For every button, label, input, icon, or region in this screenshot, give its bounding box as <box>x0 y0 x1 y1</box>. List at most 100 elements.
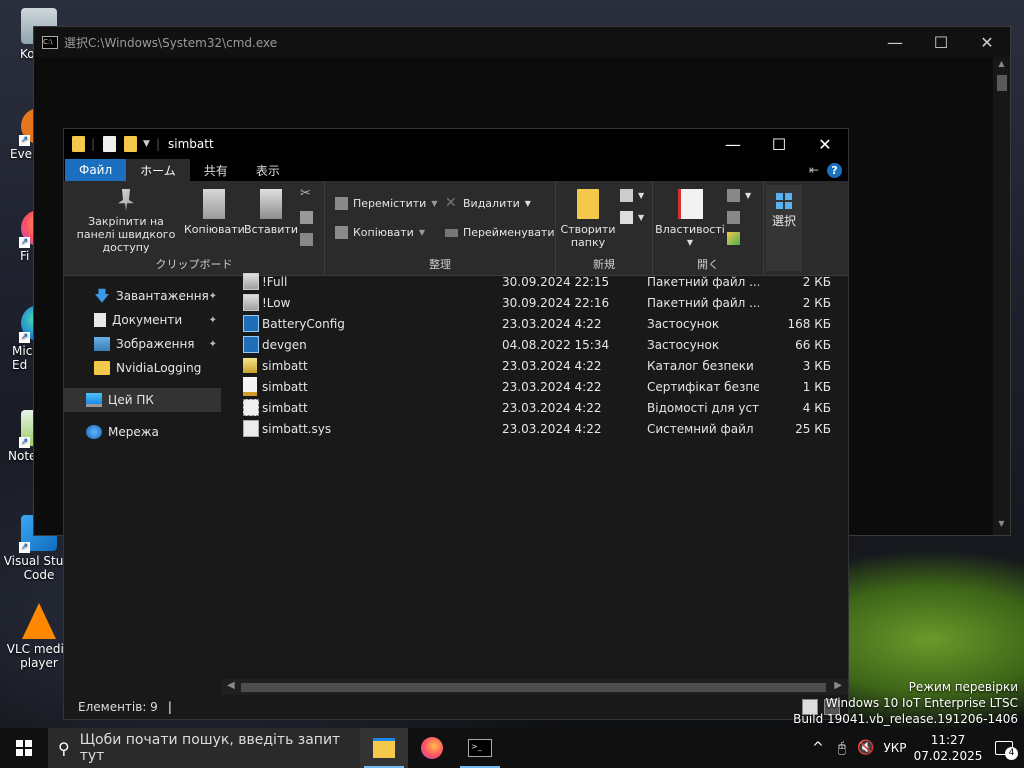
history-icon <box>727 232 740 245</box>
tab-home[interactable]: ホーム <box>126 159 190 181</box>
chevron-down-icon[interactable]: ▼ <box>143 139 150 149</box>
cut-button[interactable]: ✂ <box>300 187 313 200</box>
tab-share[interactable]: 共有 <box>190 159 242 181</box>
pin-to-quick-access-button[interactable]: Закріпити на панелі швидкого доступу <box>68 189 184 254</box>
explorer-window[interactable]: | ▼ | simbatt — ☐ ✕ Файл ホーム 共有 表示 ⇤ ? З… <box>63 128 849 720</box>
open-button[interactable]: ▼ <box>727 189 751 202</box>
system-tray: ^ 🖰 🔇 УКР 11:27 07.02.2025 4 <box>806 728 1024 768</box>
new-folder-button[interactable]: Створити папку <box>558 189 618 249</box>
rename-icon <box>445 228 458 237</box>
new-folder-label: Створити папку <box>560 223 616 249</box>
file-row[interactable]: !Full 30.09.2024 22:15 Пакетний файл ... 2 … <box>221 271 848 292</box>
file-row[interactable]: simbatt 23.03.2024 4:22 Каталог безпеки 3 К… <box>221 355 848 376</box>
file-row[interactable]: BatteryConfig 23.03.2024 4:22 Застосунок 16… <box>221 313 848 334</box>
scroll-down-icon[interactable]: ▼ <box>993 519 1010 533</box>
scroll-thumb[interactable] <box>241 683 826 692</box>
taskbar-search-box[interactable]: ⚲ Щоби почати пошук, введіть запит тут <box>48 728 360 768</box>
nav-label: NvidiaLogging <box>116 361 202 375</box>
navigation-pane: 🡇 Завантаження ✦ Документи ✦ Зображення … <box>64 276 221 695</box>
new-item-button[interactable]: ▼ <box>620 189 644 202</box>
properties-label: Властивості <box>655 223 725 236</box>
paste-shortcut-icon <box>300 233 313 246</box>
nav-item-documents[interactable]: Документи ✦ <box>64 308 221 332</box>
taskbar-cmd[interactable]: >_ <box>456 728 504 768</box>
scroll-up-icon[interactable]: ▲ <box>993 59 1010 73</box>
history-button[interactable] <box>727 232 740 245</box>
action-center-button[interactable]: 4 <box>984 728 1024 768</box>
input-language[interactable]: УКР <box>878 741 912 755</box>
nav-item-this-pc[interactable]: Цей ПК <box>64 388 221 412</box>
nav-item-nvidialogging[interactable]: NvidiaLogging <box>64 356 221 380</box>
network-icon[interactable]: 🖰 <box>830 740 854 756</box>
file-type: Пакетний файл ... <box>647 274 759 289</box>
scroll-thumb[interactable] <box>997 75 1007 91</box>
application-icon <box>243 315 259 332</box>
batch-file-icon <box>243 294 259 311</box>
properties-quick-icon[interactable] <box>103 136 117 152</box>
file-row[interactable]: devgen 04.08.2022 15:34 Застосунок 66 КБ <box>221 334 848 355</box>
file-size: 25 КБ <box>795 421 831 436</box>
nav-label: Зображення <box>116 337 195 351</box>
tab-file[interactable]: Файл <box>65 159 127 181</box>
window-title: simbatt <box>168 137 214 151</box>
nav-item-pictures[interactable]: Зображення ✦ <box>64 332 221 356</box>
file-name: !Full <box>262 274 288 289</box>
paste-label: Вставити <box>244 223 298 236</box>
edit-button[interactable] <box>727 211 740 224</box>
file-row[interactable]: simbatt 23.03.2024 4:22 Відомості для уст.… <box>221 397 848 418</box>
easy-access-button[interactable]: ▼ <box>620 211 644 224</box>
start-button[interactable] <box>0 728 48 768</box>
cmd-titlebar[interactable]: C:\ 選択C:\Windows\System32\cmd.exe — ☐ ✕ <box>34 27 1010 57</box>
scissors-icon: ✂ <box>300 186 311 201</box>
explorer-titlebar[interactable]: | ▼ | simbatt — ☐ ✕ <box>64 129 848 159</box>
delete-button[interactable]: ✕ Видалити ▼ <box>445 196 531 210</box>
maximize-button[interactable]: ☐ <box>918 27 964 57</box>
minimize-button[interactable]: — <box>710 129 756 159</box>
paste-button[interactable]: Вставити <box>244 189 298 236</box>
taskbar-file-explorer[interactable] <box>360 728 408 768</box>
search-placeholder: Щоби почати пошук, введіть запит тут <box>79 732 341 764</box>
watermark-line2: Windows 10 IoT Enterprise LTSC <box>825 696 1018 710</box>
item-count: Елементів: 9 <box>78 700 158 714</box>
clock[interactable]: 11:27 07.02.2025 <box>912 732 984 764</box>
file-row[interactable]: !Low 30.09.2024 22:16 Пакетний файл ... 2 К… <box>221 292 848 313</box>
minimize-button[interactable]: — <box>872 27 918 57</box>
scroll-left-icon[interactable]: ◀ <box>227 680 235 691</box>
file-type: Застосунок <box>647 337 720 352</box>
show-hidden-icons-chevron-icon[interactable]: ^ <box>806 740 830 756</box>
horizontal-scrollbar[interactable]: ◀ ▶ <box>221 679 848 695</box>
paste-shortcut-button[interactable] <box>300 233 313 246</box>
volume-muted-icon[interactable]: 🔇 <box>854 740 878 756</box>
copy-path-button[interactable] <box>300 211 313 224</box>
maximize-button[interactable]: ☐ <box>756 129 802 159</box>
file-type: Системний файл <box>647 421 754 436</box>
file-explorer-icon <box>373 738 395 758</box>
close-button[interactable]: ✕ <box>802 129 848 159</box>
ribbon: Закріпити на панелі швидкого доступу Коп… <box>64 181 848 276</box>
copy-to-button[interactable]: Копіювати ▼ <box>335 226 425 239</box>
taskbar-firefox[interactable] <box>408 728 456 768</box>
nav-label: Документи <box>112 313 183 327</box>
copy-path-icon <box>300 211 313 224</box>
firefox-icon <box>421 737 443 759</box>
easy-access-icon <box>620 211 633 224</box>
move-to-button[interactable]: Перемістити ▼ <box>335 197 437 210</box>
help-icon[interactable]: ? <box>827 162 842 178</box>
pin-ribbon-icon[interactable]: ⇤ <box>809 163 819 177</box>
select-button[interactable]: 選択 <box>766 185 802 271</box>
nav-item-downloads[interactable]: 🡇 Завантаження ✦ <box>64 284 221 308</box>
tab-view[interactable]: 表示 <box>242 159 294 181</box>
rename-button[interactable]: Перейменувати <box>445 226 555 239</box>
close-button[interactable]: ✕ <box>964 27 1010 57</box>
file-row[interactable]: simbatt 23.03.2024 4:22 Сертифікат безпе..… <box>221 376 848 397</box>
nav-item-network[interactable]: Мережа <box>64 420 221 444</box>
clipboard-group: Закріпити на панелі швидкого доступу Коп… <box>64 181 325 275</box>
properties-button[interactable]: Властивості ▼ <box>655 189 725 249</box>
file-name: !Low <box>262 295 291 310</box>
cmd-scrollbar[interactable]: ▲ ▼ <box>993 57 1010 535</box>
copy-button[interactable]: Копіювати <box>184 189 245 236</box>
file-row[interactable]: simbatt.sys 23.03.2024 4:22 Системний файл… <box>221 418 848 439</box>
new-folder-quick-icon[interactable] <box>124 136 138 152</box>
system-file-icon <box>243 420 259 437</box>
rename-label: Перейменувати <box>463 226 555 239</box>
